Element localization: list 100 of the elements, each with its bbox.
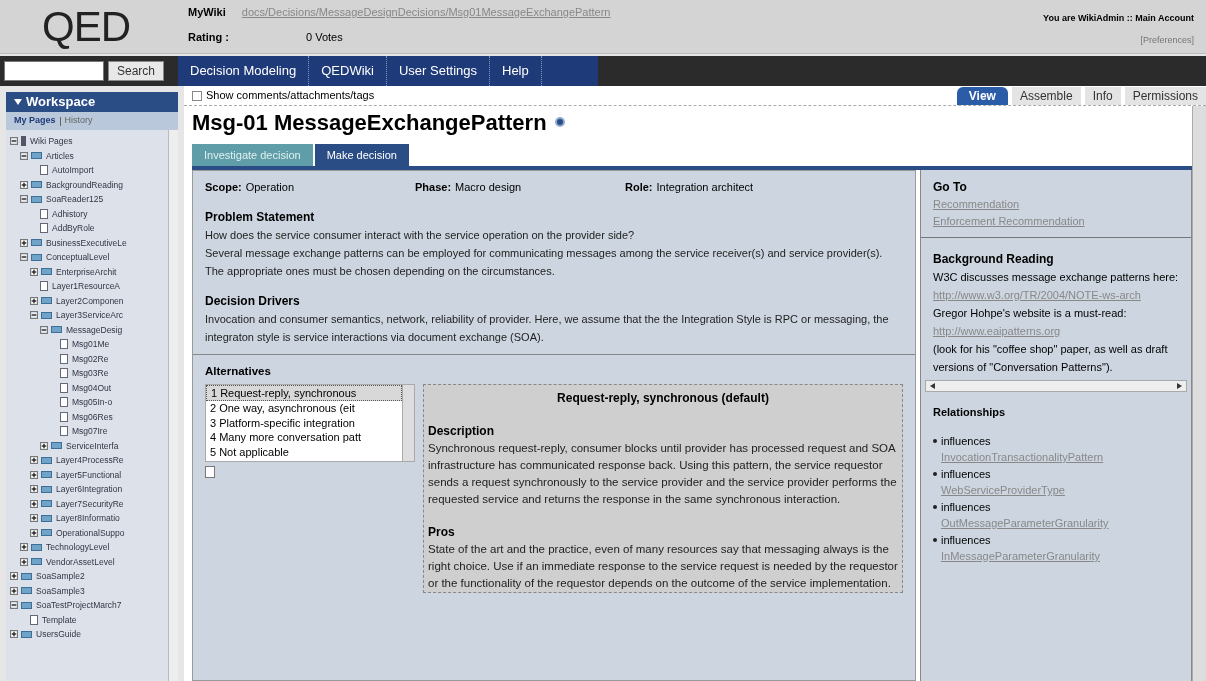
- tree-item[interactable]: Msg05In-o: [72, 395, 113, 410]
- field-label: Role:: [625, 180, 653, 195]
- folder-icon: [41, 456, 52, 464]
- paragraph: W3C discusses message exchange patterns here:: [933, 270, 1179, 285]
- expand-icon[interactable]: [40, 441, 48, 450]
- tree-item[interactable]: Layer1ResourceA: [52, 279, 121, 294]
- tree-item[interactable]: TechnologyLevel: [46, 540, 110, 555]
- tree-item[interactable]: Msg02Re: [72, 351, 109, 366]
- expand-icon[interactable]: [10, 586, 18, 595]
- scrollbar[interactable]: [1192, 106, 1206, 681]
- collapse-icon[interactable]: [20, 253, 28, 262]
- collapse-icon[interactable]: [10, 601, 18, 610]
- tree-item[interactable]: Msg03Re: [72, 366, 109, 381]
- tree-item[interactable]: Layer8Informatio: [56, 511, 120, 526]
- folder-icon: [31, 558, 42, 566]
- tree-item[interactable]: SoaSample3: [36, 583, 85, 598]
- expand-icon[interactable]: [30, 499, 38, 508]
- scrollbar[interactable]: [168, 130, 178, 681]
- collapse-icon[interactable]: [14, 99, 22, 105]
- tree-item[interactable]: Msg01Me: [72, 337, 110, 352]
- tree-item[interactable]: Msg04Out: [72, 380, 112, 395]
- left-arrow-icon[interactable]: [930, 383, 935, 389]
- tab[interactable]: View: [956, 87, 1008, 105]
- history-link[interactable]: History: [64, 114, 93, 128]
- search-field[interactable]: [4, 61, 104, 81]
- wiki-label: MyWiki: [188, 5, 226, 20]
- section-heading: Description: [428, 422, 495, 440]
- paragraph: Invocation and consumer semantics, network, reliability of provider. Here, we assume that the the Integration Style is RPC or messaging, the integraton style is service interactions via document exchange (SOA).: [205, 311, 890, 345]
- right-arrow-icon[interactable]: [1177, 383, 1182, 389]
- list-item[interactable]: 4 Many more conversation patt: [206, 430, 402, 445]
- tree-item[interactable]: Layer4ProcessRe: [56, 453, 124, 468]
- collapse-icon[interactable]: [20, 151, 28, 160]
- expand-icon[interactable]: [10, 630, 18, 639]
- tree-item[interactable]: Template: [42, 612, 77, 627]
- expand-icon[interactable]: [10, 572, 18, 581]
- info-icon[interactable]: [554, 117, 565, 127]
- list-item[interactable]: 2 One way, asynchronous (eit: [206, 401, 402, 416]
- tree-item[interactable]: AddByRole: [52, 221, 95, 236]
- collapse-icon[interactable]: [10, 137, 18, 146]
- expand-icon[interactable]: [30, 296, 38, 305]
- paragraph: Several message exchange patterns can be employed for communicating messages among the service receiver(s) and service provider(s). The appropriate ones must be chosen depending on the circumstances.: [205, 245, 884, 279]
- bullet-icon: [933, 438, 937, 443]
- tree-item[interactable]: ConceptualLevel: [46, 250, 110, 265]
- expand-icon[interactable]: [20, 543, 28, 552]
- folder-icon: [31, 543, 42, 551]
- section-heading: Background Reading: [933, 251, 1055, 268]
- expand-icon[interactable]: [30, 267, 38, 276]
- tree-item[interactable]: BackgroundReading: [46, 177, 124, 192]
- folder-icon: [51, 442, 62, 450]
- tree-item[interactable]: Layer6Integration: [56, 482, 123, 497]
- tree-item[interactable]: Layer5Functional: [56, 467, 122, 482]
- tree-item[interactable]: OperationalSuppo: [56, 525, 125, 540]
- tree-item[interactable]: ServiceInterfa: [66, 438, 119, 453]
- collapse-icon[interactable]: [20, 195, 28, 204]
- checkbox[interactable]: [192, 90, 202, 101]
- expand-icon[interactable]: [30, 528, 38, 537]
- tree-item[interactable]: VendorAssetLevel: [46, 554, 115, 569]
- tree-item[interactable]: Layer3ServiceArc: [56, 308, 124, 323]
- tree-item[interactable]: SoaReader125: [46, 192, 104, 207]
- tree-item[interactable]: Layer2Componen: [56, 293, 124, 308]
- tree-item[interactable]: Adhistory: [52, 206, 88, 221]
- field-value: Integration architect: [656, 180, 754, 195]
- tree-item[interactable]: Msg07Ire: [72, 424, 108, 439]
- expand-icon[interactable]: [20, 238, 28, 247]
- tree-item[interactable]: Articles: [46, 148, 74, 163]
- expand-icon[interactable]: [30, 514, 38, 523]
- expand-icon[interactable]: [20, 557, 28, 566]
- section-heading: Problem Statement: [205, 208, 316, 226]
- list-item[interactable]: 5 Not applicable: [206, 444, 402, 460]
- tree-item[interactable]: MessageDesig: [66, 322, 123, 337]
- collapse-icon[interactable]: [40, 325, 48, 334]
- horizontal-scrollbar[interactable]: [925, 380, 1187, 392]
- tree-item[interactable]: BusinessExecutiveLe: [46, 235, 127, 250]
- list-item[interactable]: 1 Request-reply, synchronous: [206, 384, 402, 402]
- tree-item[interactable]: SoaTestProjectMarch7: [36, 598, 122, 613]
- tree-item[interactable]: EnterpriseArchit: [56, 264, 117, 279]
- tab[interactable]: Assemble: [1011, 87, 1081, 105]
- expand-icon[interactable]: [30, 456, 38, 465]
- tree-item[interactable]: AutoImport: [52, 163, 94, 178]
- list-item[interactable]: 3 Platform-specific integration: [206, 415, 402, 431]
- scrollbar[interactable]: [402, 384, 414, 461]
- document-icon[interactable]: [205, 465, 215, 478]
- expand-icon[interactable]: [30, 470, 38, 479]
- section-heading: Go To: [933, 179, 968, 196]
- collapse-icon[interactable]: [30, 311, 38, 320]
- bullet-icon: [933, 537, 937, 542]
- expand-icon[interactable]: [30, 485, 38, 494]
- folder-icon: [41, 311, 52, 319]
- search-button[interactable]: Search: [108, 61, 165, 81]
- relationship-type: influences: [941, 466, 992, 482]
- my-pages-link[interactable]: My Pages: [14, 114, 56, 128]
- expand-icon[interactable]: [20, 180, 28, 189]
- tree-item[interactable]: Msg06Res: [72, 409, 113, 424]
- tree-item[interactable]: Wiki Pages: [30, 134, 73, 149]
- tab[interactable]: Make decision: [314, 144, 409, 166]
- tab[interactable]: Permissions: [1124, 87, 1206, 105]
- tree-item[interactable]: SoaSample2: [36, 569, 85, 584]
- tab[interactable]: Info: [1084, 87, 1121, 105]
- tree-item[interactable]: Layer7SecurityRe: [56, 496, 124, 511]
- tree-item[interactable]: UsersGuide: [36, 627, 81, 642]
